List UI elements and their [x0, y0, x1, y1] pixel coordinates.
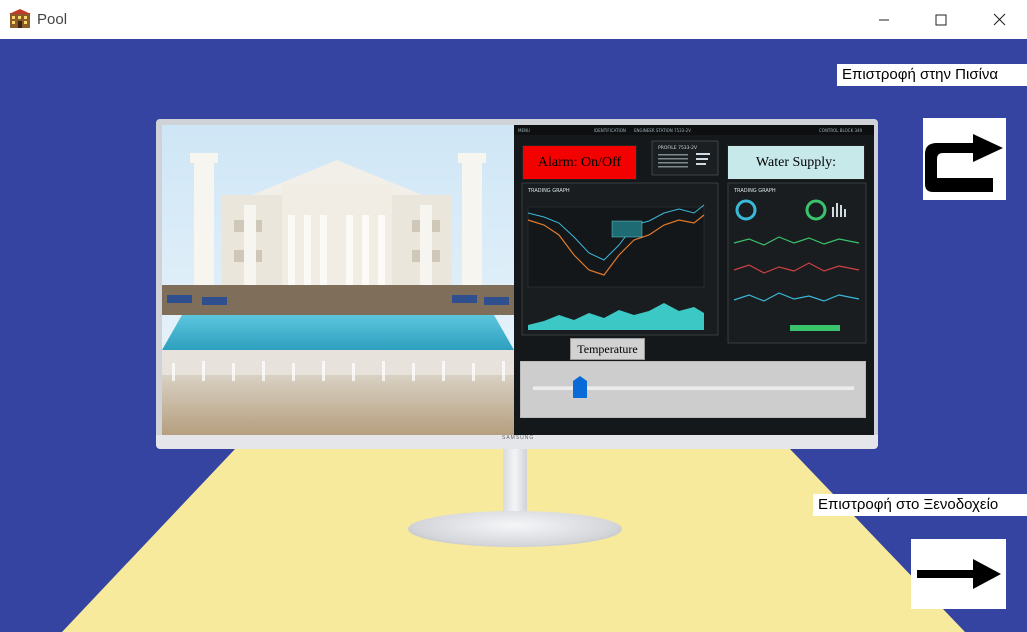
right-arrow-icon: [917, 559, 1001, 589]
minimize-icon: [879, 19, 889, 20]
dashboard-profile: PROFILE 7533-2V: [658, 145, 698, 151]
graph-right-title: TRADING GRAPH: [733, 188, 776, 194]
close-icon: [993, 13, 1005, 26]
monitor-stand-neck: [503, 449, 527, 519]
dashboard-identification: IDENTIFICATION: [594, 128, 626, 133]
close-button[interactable]: [971, 0, 1027, 39]
back-to-pool-label: Επιστροφή στην Πισίνα: [837, 64, 1027, 86]
pool-control-scene: MENU IDENTIFICATION ENGINEER STATION 753…: [0, 39, 1027, 632]
monitor-brand: SAMSUNG: [502, 435, 535, 441]
back-to-hotel-label: Επιστροφή στο Ξενοδοχείο: [813, 494, 1027, 516]
alarm-toggle-button[interactable]: Alarm: On/Off: [522, 145, 637, 180]
water-supply-button[interactable]: Water Supply:: [727, 145, 865, 180]
minimize-button[interactable]: [856, 0, 912, 39]
dashboard-control-block: CONTROL BLOCK 349: [819, 128, 863, 133]
dashboard-menu: MENU: [518, 128, 530, 133]
back-to-pool-button[interactable]: [923, 118, 1006, 200]
graph-left-title: TRADING GRAPH: [527, 188, 570, 194]
maximize-icon: [935, 14, 947, 25]
palace-pool-image: [162, 125, 514, 435]
temperature-label: Temperature: [570, 338, 645, 360]
monitor-stand-base: [408, 511, 622, 547]
return-arrow-icon: [925, 134, 1003, 192]
maximize-button[interactable]: [913, 0, 969, 39]
back-to-hotel-button[interactable]: [911, 539, 1006, 609]
window-title: Pool: [37, 11, 68, 28]
temperature-slider-thumb[interactable]: [573, 376, 587, 398]
temperature-slider[interactable]: [520, 361, 866, 418]
title-bar: Pool: [0, 0, 1027, 39]
dashboard-station: ENGINEER STATION 7533-2V: [634, 128, 691, 133]
hotel-building-icon: [9, 9, 31, 28]
